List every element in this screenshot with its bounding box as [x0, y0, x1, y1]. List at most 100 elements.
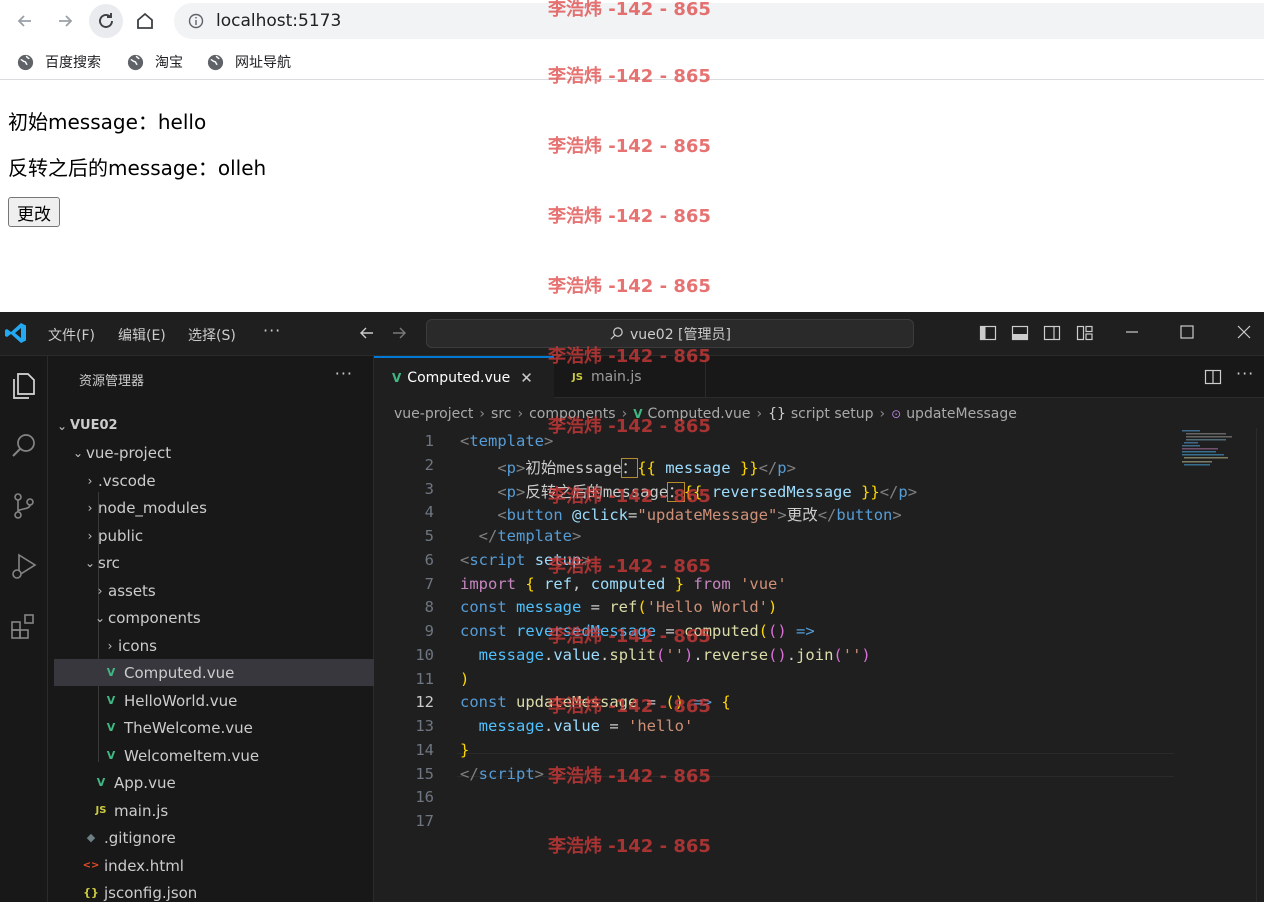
tree-file-helloworld-vue[interactable]: V HelloWorld.vue: [54, 687, 374, 714]
explorer-activity[interactable]: [8, 370, 40, 402]
minimize-icon[interactable]: [1124, 324, 1140, 340]
tree-label: .gitignore: [104, 828, 176, 847]
change-button[interactable]: 更改: [8, 197, 60, 227]
split-editor-icon[interactable]: [1204, 368, 1222, 386]
go-forward-icon[interactable]: [390, 324, 408, 342]
close-tab-icon[interactable]: ✕: [520, 369, 533, 387]
line-number: 6: [424, 551, 434, 569]
tree-label: components: [108, 608, 201, 627]
chevron-right-icon: ›: [97, 583, 103, 598]
watermark-text: 李浩炜 -142 - 865: [548, 276, 711, 297]
editor-more-button[interactable]: ···: [1236, 364, 1254, 383]
vscode-logo-icon: [5, 323, 26, 343]
code-line: </template>: [478, 527, 582, 545]
tab-computed-vue[interactable]: V Computed.vue ✕: [374, 356, 554, 398]
extensions-activity[interactable]: [8, 610, 40, 642]
watermark-text: 李浩炜 -142 - 865: [548, 0, 711, 20]
editor-area: V Computed.vue ✕ JS main.js ··· vue-proj…: [374, 356, 1264, 902]
search-activity[interactable]: [8, 430, 40, 462]
tree-file-gitignore[interactable]: ◆ .gitignore: [54, 824, 374, 851]
menu-edit[interactable]: 编辑(E): [118, 325, 166, 345]
tree-folder-vue02[interactable]: ⌄ VUE02: [54, 412, 374, 439]
bookmark-nav[interactable]: 网址导航: [206, 52, 291, 72]
watermark-text: 李浩炜 -142 - 865: [548, 696, 711, 717]
forward-button[interactable]: [48, 4, 82, 38]
code-line: const message = ref('Hello World'): [460, 598, 778, 616]
search-icon: [12, 434, 35, 457]
reload-icon: [99, 13, 113, 28]
home-button[interactable]: [128, 4, 162, 38]
vue-file-icon: V: [106, 721, 116, 734]
toggle-sidebar-icon[interactable]: [979, 324, 997, 342]
initial-message-text: 初始message：hello: [8, 110, 207, 134]
reload-button[interactable]: [89, 4, 123, 38]
activity-bar: [0, 356, 48, 902]
tree-folder-public[interactable]: › public: [54, 522, 374, 549]
breadcrumb-item[interactable]: src: [491, 406, 511, 422]
tree-folder-assets[interactable]: › assets: [54, 577, 374, 604]
line-number: 12: [415, 693, 434, 711]
toggle-secondary-sidebar-icon[interactable]: [1043, 324, 1061, 342]
chevron-right-icon: ›: [87, 473, 93, 488]
run-debug-icon: [12, 553, 37, 579]
source-control-icon: [14, 493, 34, 519]
code-line: ): [460, 670, 470, 688]
tree-label: vue-project: [86, 443, 172, 462]
go-back-icon[interactable]: [358, 324, 376, 342]
run-debug-activity[interactable]: [8, 550, 40, 582]
tree-folder-vue-project[interactable]: ⌄ vue-project: [54, 439, 374, 466]
bookmark-label: 淘宝: [155, 55, 183, 71]
tree-folder-components[interactable]: ⌄ components: [54, 604, 374, 631]
tree-file-app-vue[interactable]: V App.vue: [54, 769, 374, 796]
tree-file-computed-vue[interactable]: V Computed.vue: [54, 659, 374, 686]
tree-file-main-js[interactable]: JS main.js: [54, 797, 374, 824]
chevron-down-icon: ⌄: [72, 445, 84, 460]
line-number: 3: [424, 480, 434, 498]
braces-icon: {}: [768, 406, 786, 422]
line-number: 13: [415, 717, 434, 735]
bookmark-taobao[interactable]: 淘宝: [126, 52, 183, 72]
breadcrumb-item[interactable]: script setup: [791, 406, 874, 422]
editor-tabs: V Computed.vue ✕ JS main.js ···: [374, 356, 1264, 398]
bookmark-baidu[interactable]: 百度搜索: [16, 52, 101, 72]
arrow-right-icon: [59, 15, 73, 27]
tree-label: App.vue: [114, 773, 176, 792]
git-file-icon: ◆: [86, 831, 96, 844]
tree-file-thewelcome-vue[interactable]: V TheWelcome.vue: [54, 714, 374, 741]
json-file-icon: {}: [83, 886, 99, 899]
code-editor[interactable]: 1 2 3 4 5 6 7 8 9 10 11 12 13 14 15 16 17 <template> <p>…: [374, 428, 1264, 902]
toggle-panel-icon[interactable]: [1011, 324, 1029, 342]
menu-file[interactable]: 文件(F): [48, 325, 95, 345]
tree-label: jsconfig.json: [104, 883, 198, 902]
minimap[interactable]: [1180, 428, 1238, 468]
tree-file-jsconfig-json[interactable]: {} jsconfig.json: [54, 879, 374, 902]
breadcrumb-item[interactable]: vue-project: [394, 406, 473, 422]
tree-file-welcomeitem-vue[interactable]: V WelcomeItem.vue: [54, 742, 374, 769]
close-window-icon[interactable]: [1236, 324, 1252, 340]
source-control-activity[interactable]: [8, 490, 40, 522]
js-file-icon: JS: [572, 371, 583, 383]
explorer-more-button[interactable]: ···: [335, 364, 353, 383]
menu-selection[interactable]: 选择(S): [188, 325, 236, 345]
extensions-icon: [11, 614, 34, 639]
tree-label: index.html: [104, 856, 184, 875]
tree-label: public: [98, 526, 144, 545]
menu-more[interactable]: ···: [263, 321, 281, 340]
maximize-icon[interactable]: [1179, 324, 1195, 340]
tree-folder-vscode[interactable]: › .vscode: [54, 467, 374, 494]
address-bar[interactable]: localhost:5173: [174, 3, 1264, 39]
tree-folder-node-modules[interactable]: › node_modules: [54, 494, 374, 521]
tree-label: main.js: [114, 801, 169, 820]
globe-icon: [127, 54, 144, 70]
editor-scrollbar[interactable]: [1256, 428, 1264, 902]
tree-file-index-html[interactable]: <> index.html: [54, 852, 374, 879]
chevron-right-icon: ›: [517, 406, 524, 422]
customize-layout-icon[interactable]: [1076, 324, 1094, 342]
tree-label: assets: [108, 581, 156, 600]
tab-label: Computed.vue: [407, 370, 511, 386]
tree-folder-icons[interactable]: › icons: [54, 632, 374, 659]
tree-folder-src[interactable]: ⌄ src: [54, 549, 374, 576]
back-button[interactable]: [8, 4, 42, 38]
breadcrumb-item[interactable]: updateMessage: [906, 406, 1017, 422]
chevron-down-icon: ⌄: [94, 610, 106, 625]
